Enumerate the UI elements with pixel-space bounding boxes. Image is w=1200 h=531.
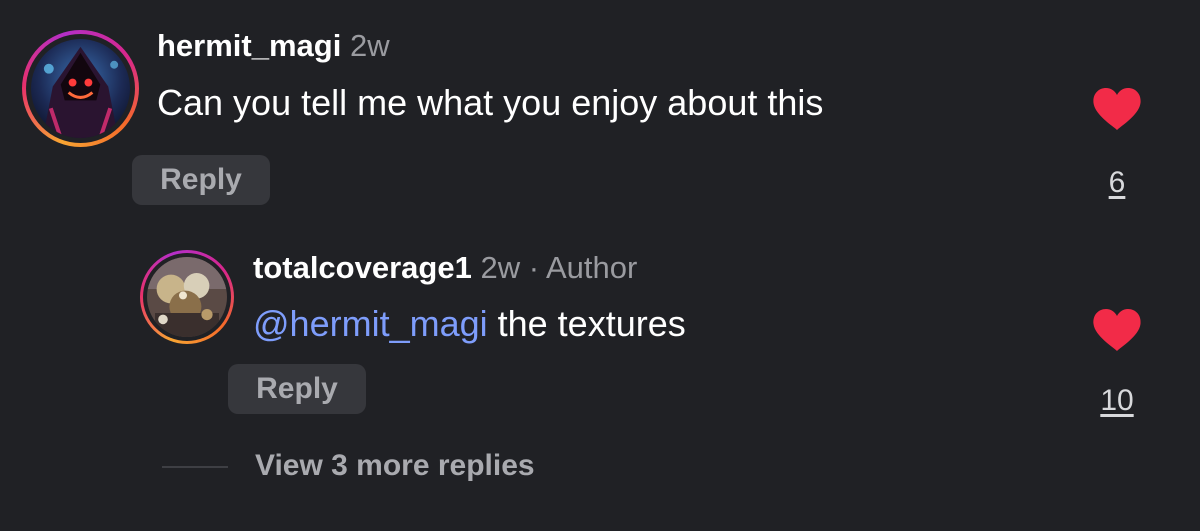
- view-more-replies-button[interactable]: View 3 more replies: [255, 448, 535, 484]
- comment-header: hermit_magi 2w: [157, 28, 390, 64]
- reply-header: totalcoverage1 2w · Author: [253, 250, 637, 286]
- comment-text: Can you tell me what you enjoy about thi…: [157, 82, 824, 123]
- textured-collage-avatar-image: [147, 257, 227, 337]
- author-badge: Author: [545, 250, 638, 285]
- avatar-hermit-magi[interactable]: [22, 30, 139, 147]
- avatar-totalcoverage1[interactable]: [140, 250, 234, 344]
- timestamp: 2w: [349, 28, 390, 63]
- username[interactable]: totalcoverage1: [253, 250, 472, 285]
- heart-icon[interactable]: [1092, 87, 1142, 131]
- mention-link[interactable]: @hermit_magi: [253, 303, 488, 344]
- timestamp: 2w: [480, 250, 521, 285]
- thread-divider-line: [162, 466, 228, 468]
- separator-dot: ·: [528, 250, 540, 285]
- reply-text-body: the textures: [487, 303, 686, 344]
- heart-icon[interactable]: [1092, 308, 1142, 352]
- username[interactable]: hermit_magi: [157, 28, 341, 63]
- reply-text: @hermit_magi the textures: [253, 303, 686, 345]
- reply-button[interactable]: Reply: [228, 364, 366, 414]
- reply-button[interactable]: Reply: [132, 155, 270, 205]
- like-count[interactable]: 6: [1092, 166, 1142, 200]
- hooded-mage-avatar-image: [31, 39, 130, 138]
- like-count[interactable]: 10: [1090, 384, 1144, 418]
